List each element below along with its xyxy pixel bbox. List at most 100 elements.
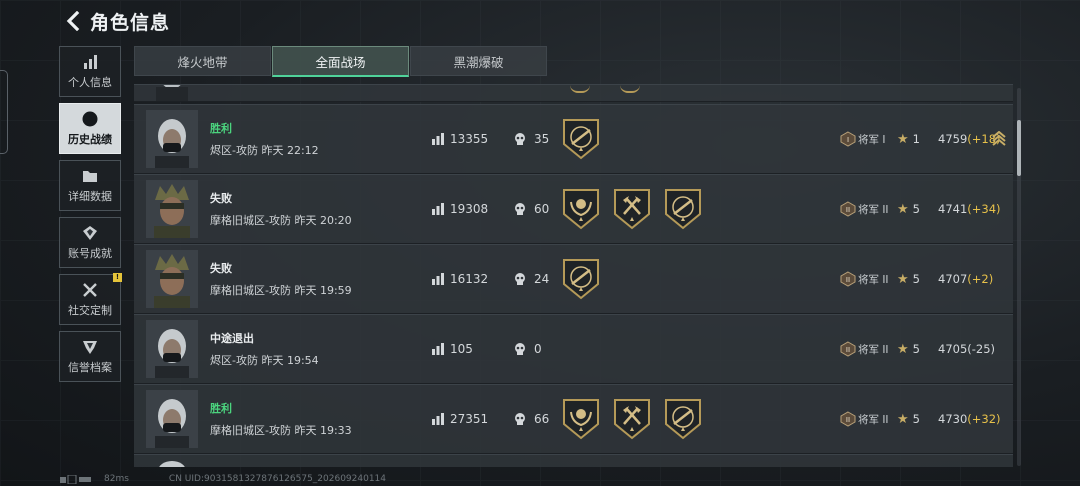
table-row[interactable]: 胜利 摩格旧城区-攻防 昨天 19:33 27351 66 II 将军 II ★…	[134, 384, 1013, 454]
rifle-medal-icon	[570, 85, 590, 93]
rank-info: II 将军 II	[840, 201, 889, 217]
skull-icon	[515, 343, 525, 355]
sidebar-item-achievements[interactable]: 账号成就	[59, 217, 121, 268]
match-map-time: 摩格旧城区-攻防 昨天 19:33	[210, 424, 352, 437]
medal-list	[562, 258, 613, 300]
medal-list	[562, 188, 715, 230]
shield-icon	[82, 339, 98, 355]
tab-black-tide-demolition[interactable]: 黑潮爆破	[410, 46, 547, 76]
score-stat: 27351	[432, 412, 488, 426]
kills-value: 24	[534, 272, 550, 286]
avatar	[146, 180, 198, 238]
mode-tabs: 烽火地带 全面战场 黑潮爆破	[134, 46, 548, 77]
sidebar-item-label: 社交定制	[68, 303, 112, 317]
rank-stars: ★ 5	[897, 272, 920, 287]
ping-text: 82ms	[104, 474, 129, 484]
rank-stars: ★ 1	[897, 132, 920, 147]
rating-value: 4730	[938, 412, 968, 426]
rifle-medal-icon[interactable]	[664, 188, 702, 230]
rank-stars: ★ 5	[897, 412, 920, 427]
chevron-left-icon	[66, 11, 80, 31]
rifle-medal-icon[interactable]	[562, 118, 600, 160]
table-row[interactable]: 中途退出 烬区-攻防 昨天 19:54 105 0 II 将军 II ★ 5 4…	[134, 314, 1013, 384]
rating: 4730(+32)	[938, 412, 1001, 426]
rank-badge-icon: I	[840, 131, 856, 147]
skull-icon	[515, 203, 525, 215]
star-icon: ★	[897, 341, 909, 357]
win-streak-chevrons-icon	[992, 131, 1006, 146]
uid-text: CN UID:9031581327876126575_202609240114	[168, 474, 387, 484]
match-result: 中途退出	[210, 332, 254, 345]
axes-medal-icon[interactable]	[613, 188, 651, 230]
avatar	[146, 320, 198, 378]
rating-delta: (-25)	[967, 342, 996, 356]
back-button[interactable]	[60, 6, 86, 36]
match-result: 胜利	[210, 402, 232, 415]
rating-value: 4705	[938, 342, 968, 356]
sidebar-item-social-custom[interactable]: ! 社交定制	[59, 273, 122, 325]
scrollbar-thumb[interactable]	[1017, 120, 1021, 176]
star-icon: ★	[897, 201, 909, 217]
rating: 4741(+34)	[938, 202, 1001, 216]
list-scrollbar[interactable]	[1017, 88, 1021, 466]
match-result: 失败	[210, 262, 232, 275]
table-row[interactable]: 失败 摩格旧城区-攻防 昨天 19:59 16132 24 II 将军 II ★…	[134, 244, 1013, 314]
rank-label: 将军 I	[858, 133, 886, 146]
kills-value: 35	[534, 132, 550, 146]
avatar	[146, 250, 198, 308]
skull-icon	[515, 133, 525, 145]
score-value: 105	[450, 342, 473, 356]
star-icon: ★	[897, 131, 909, 147]
kills-value: 60	[534, 202, 550, 216]
table-row[interactable]: 胜利 烬区-攻防 昨天 22:12 13355 35 I 将军 I ★ 1 47…	[134, 104, 1013, 174]
tab-full-battlefield[interactable]: 全面战场	[272, 46, 409, 77]
bar-chart-icon	[432, 133, 444, 145]
svg-text:II: II	[846, 416, 850, 424]
score-stat: 16132	[432, 272, 488, 286]
rank-label: 将军 II	[858, 413, 889, 426]
avatar	[146, 85, 198, 101]
sidebar-item-match-history[interactable]: 历史战绩	[59, 103, 121, 154]
rank-info: I 将军 I	[840, 131, 885, 147]
axes-medal-icon[interactable]	[613, 398, 651, 440]
sidebar-item-credit-record[interactable]: 信誉档案	[59, 331, 121, 382]
tab-fenghuo-zone[interactable]: 烽火地带	[134, 46, 271, 76]
skull-icon	[515, 273, 525, 285]
rank-badge-icon: II	[840, 271, 856, 287]
score-value: 27351	[450, 412, 489, 426]
rifle-medal-icon[interactable]	[562, 258, 600, 300]
match-map-time: 摩格旧城区-攻防 昨天 19:59	[210, 284, 352, 297]
kills-value: 0	[534, 342, 542, 356]
kills-value: 66	[534, 412, 550, 426]
bar-chart-icon	[432, 203, 444, 215]
rank-label: 将军 II	[858, 343, 889, 356]
rank-info: II 将军 II	[840, 411, 889, 427]
folder-icon	[82, 168, 98, 184]
rank-stars: ★ 5	[897, 342, 920, 357]
bar-chart-icon	[432, 273, 444, 285]
match-map-time: 烬区-攻防 昨天 22:12	[210, 144, 319, 157]
rank-info: II 将军 II	[840, 271, 889, 287]
star-count: 5	[912, 342, 920, 356]
bar-chart-icon	[432, 413, 444, 425]
rating-value: 4759	[938, 132, 968, 146]
svg-text:I: I	[847, 136, 849, 144]
avatar	[146, 390, 198, 448]
signal-icon	[60, 474, 91, 484]
kills-stat: 24	[514, 272, 549, 286]
sidebar-item-detailed-data[interactable]: 详细数据	[59, 160, 121, 211]
rifle-medal-icon[interactable]	[664, 398, 702, 440]
tools-icon	[82, 282, 98, 298]
table-row[interactable]: 失败 摩格旧城区-攻防 昨天 20:20 19308 60 II 将军 II ★…	[134, 174, 1013, 244]
svg-text:II: II	[846, 346, 850, 354]
edge-drawer-handle[interactable]	[0, 70, 8, 154]
match-history-list[interactable]: 胜利 烬区-攻防 昨天 22:12 13355 35 I 将军 I ★ 1 47…	[134, 84, 1014, 467]
laurel-medal-icon[interactable]	[562, 398, 600, 440]
score-stat: 105	[432, 342, 473, 356]
star-icon: ★	[897, 271, 909, 287]
star-count: 1	[912, 132, 920, 146]
sidebar-item-personal-info[interactable]: 个人信息	[59, 46, 121, 97]
kills-stat: 66	[514, 412, 549, 426]
laurel-medal-icon[interactable]	[562, 188, 600, 230]
rating-delta: (+34)	[967, 202, 1001, 216]
